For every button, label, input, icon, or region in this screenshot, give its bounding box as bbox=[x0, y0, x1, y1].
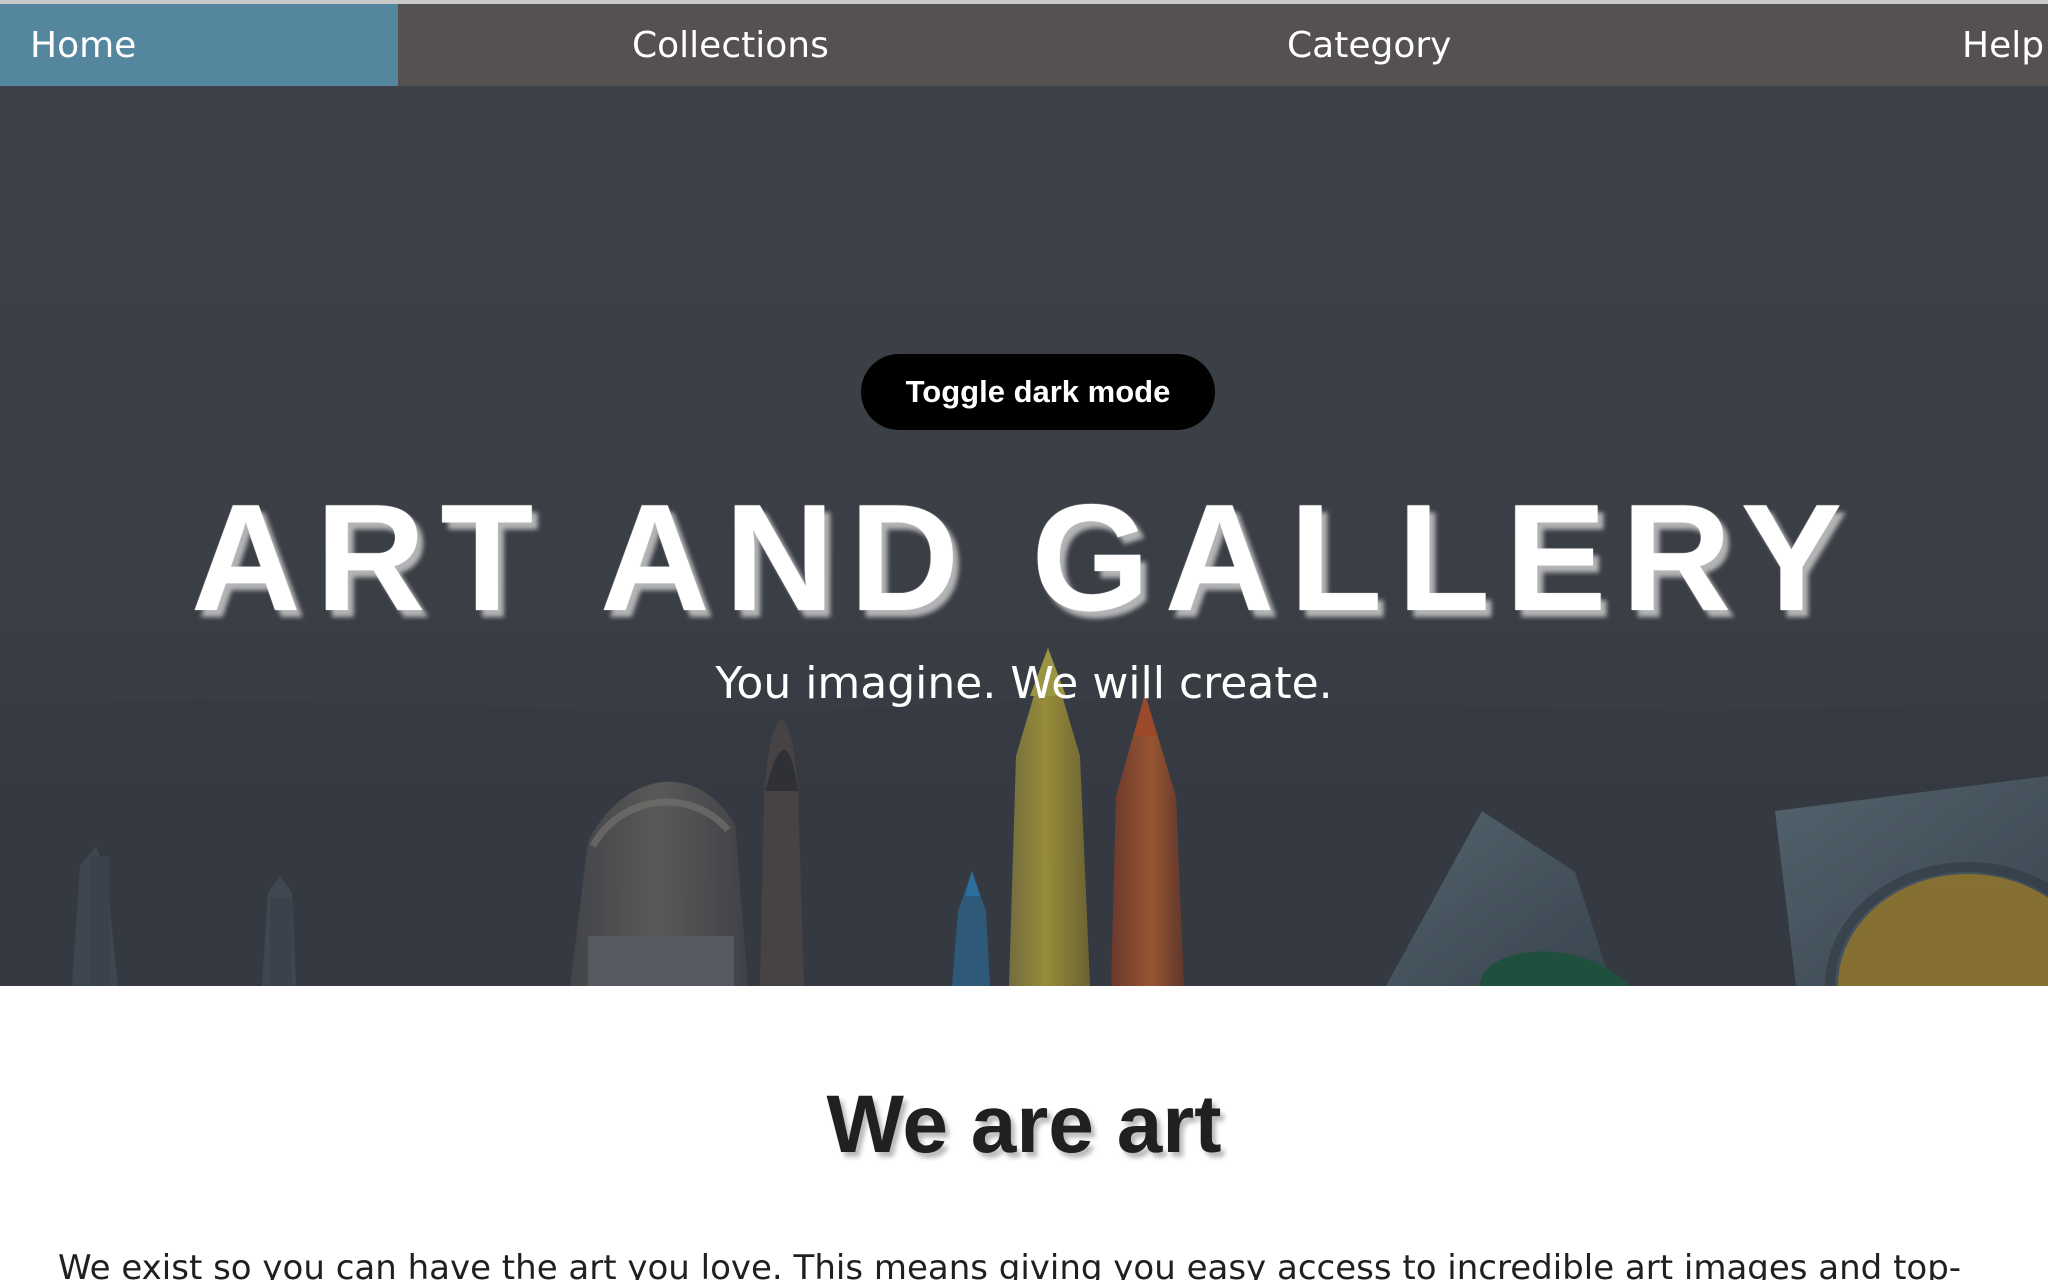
nav-category[interactable]: Category bbox=[1287, 4, 1527, 86]
hero-title: ART AND GALLERY bbox=[190, 473, 1858, 643]
nav-help[interactable]: Help bbox=[1962, 4, 2048, 86]
nav-collections[interactable]: Collections bbox=[632, 4, 892, 86]
toggle-dark-mode-button[interactable]: Toggle dark mode bbox=[861, 354, 1215, 430]
art-gallery-page: Home Collections Category Help Toggle da… bbox=[0, 0, 2048, 1280]
main-navigation: Home Collections Category Help bbox=[0, 4, 2048, 86]
hero-subtitle: You imagine. We will create. bbox=[715, 658, 1333, 709]
about-heading: We are art bbox=[826, 1079, 1222, 1170]
nav-home[interactable]: Home bbox=[0, 4, 398, 86]
about-paragraph: We exist so you can have the art you lov… bbox=[58, 1248, 1962, 1280]
hero-section: Toggle dark mode ART AND GALLERY You ima… bbox=[0, 86, 2048, 986]
